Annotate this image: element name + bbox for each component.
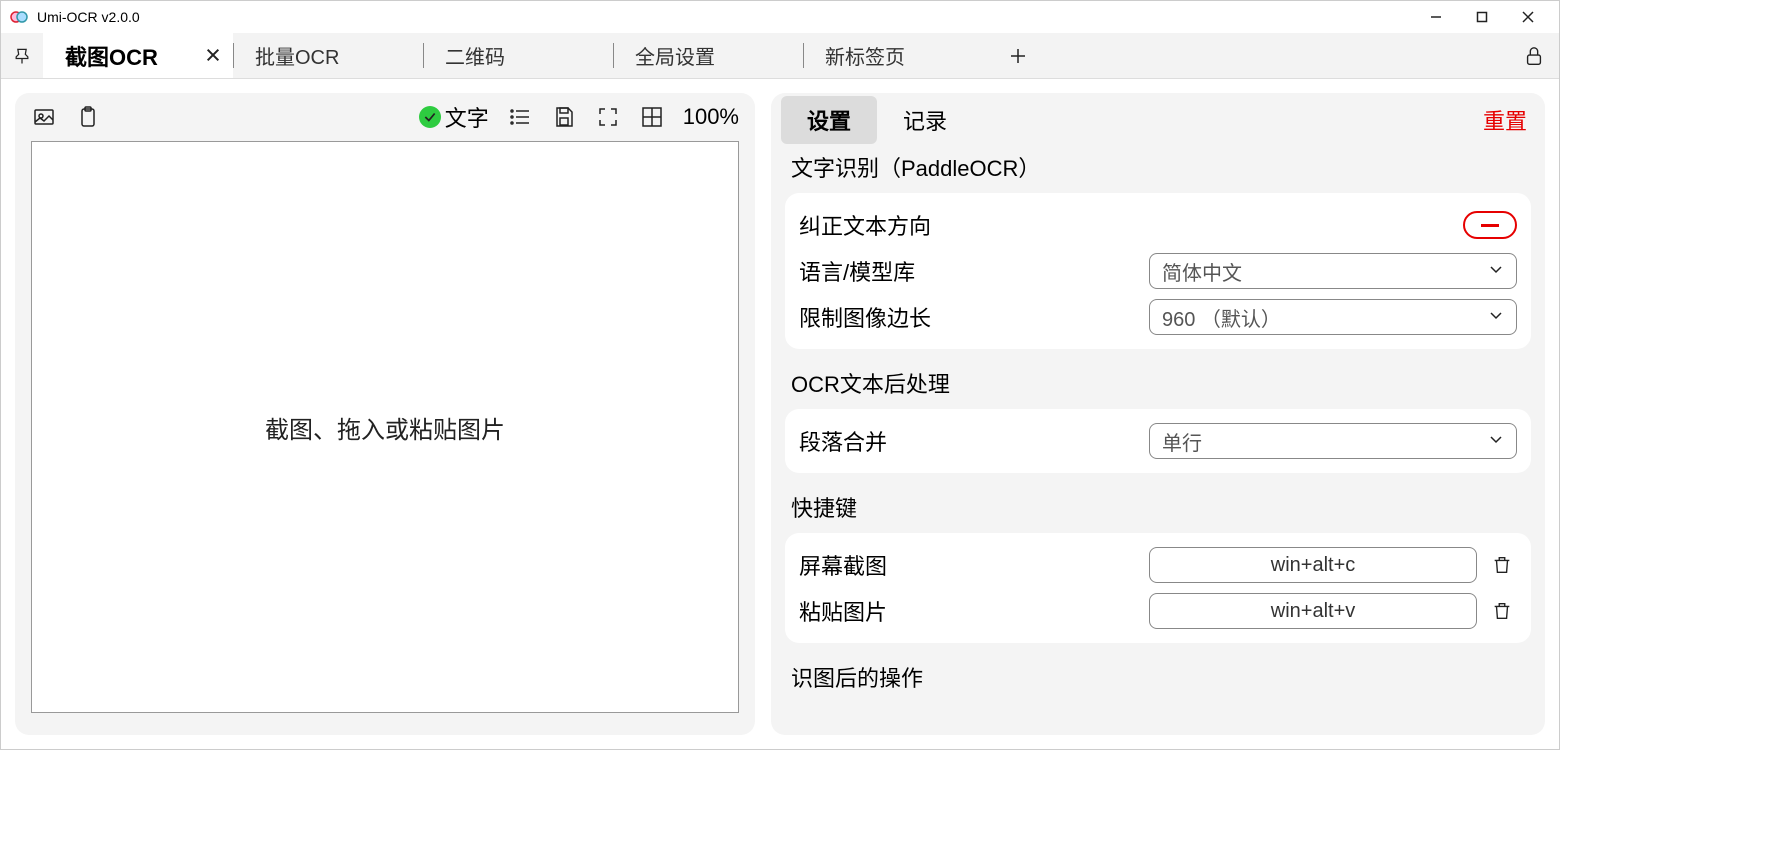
label-paste-hotkey: 粘贴图片 xyxy=(799,595,1139,627)
left-toolbar: 文字 100% xyxy=(15,93,755,141)
tab-qrcode[interactable]: 二维码 xyxy=(423,33,613,78)
content: 文字 100% 截图、拖入或粘贴图片 设置 记录 重置 文字识别（PaddleO… xyxy=(1,79,1559,749)
card-hotkeys: 屏幕截图 win+alt+c 粘贴图片 win+alt+v xyxy=(785,533,1531,643)
drop-area[interactable]: 截图、拖入或粘贴图片 xyxy=(31,141,739,713)
section-title-postproc: OCR文本后处理 xyxy=(785,363,1531,409)
fullscreen-icon[interactable] xyxy=(595,104,621,130)
add-tab-button[interactable] xyxy=(993,33,1043,78)
select-merge[interactable]: 单行 xyxy=(1149,423,1517,459)
card-ocr-engine: 纠正文本方向 语言/模型库 简体中文 限制图像边长 xyxy=(785,193,1531,349)
tab-screenshot-ocr[interactable]: 截图OCR xyxy=(43,33,233,78)
chevron-down-icon xyxy=(1488,430,1504,453)
app-icon xyxy=(9,7,29,27)
select-limit-value: 960 （默认） xyxy=(1162,303,1281,332)
text-mode-label: 文字 xyxy=(445,101,489,133)
check-circle-icon xyxy=(419,106,441,128)
label-lang: 语言/模型库 xyxy=(799,255,1139,287)
reset-button[interactable]: 重置 xyxy=(1483,104,1527,136)
zoom-level[interactable]: 100% xyxy=(683,104,739,130)
pin-button[interactable] xyxy=(1,33,43,78)
right-pane: 设置 记录 重置 文字识别（PaddleOCR） 纠正文本方向 语言/模型库 简… xyxy=(771,93,1545,735)
close-button[interactable] xyxy=(1505,1,1551,33)
left-pane: 文字 100% 截图、拖入或粘贴图片 xyxy=(15,93,755,735)
text-mode-chip[interactable]: 文字 xyxy=(419,101,489,133)
section-title-after: 识图后的操作 xyxy=(785,657,1531,703)
tab-label: 新标签页 xyxy=(825,41,905,70)
save-icon[interactable] xyxy=(551,104,577,130)
chevron-down-icon xyxy=(1488,260,1504,283)
input-screenshot-hotkey[interactable]: win+alt+c xyxy=(1149,547,1477,583)
select-lang[interactable]: 简体中文 xyxy=(1149,253,1517,289)
fit-icon[interactable] xyxy=(639,104,665,130)
clear-paste-hotkey[interactable] xyxy=(1487,600,1517,622)
clear-screenshot-hotkey[interactable] xyxy=(1487,554,1517,576)
window-title: Umi-OCR v2.0.0 xyxy=(37,9,140,25)
drop-area-hint: 截图、拖入或粘贴图片 xyxy=(265,410,505,445)
right-pane-head: 设置 记录 重置 xyxy=(771,93,1545,147)
tab-batch-ocr[interactable]: 批量OCR xyxy=(233,33,423,78)
tab-label: 全局设置 xyxy=(635,41,715,70)
card-postproc: 段落合并 单行 xyxy=(785,409,1531,473)
input-paste-hotkey[interactable]: win+alt+v xyxy=(1149,593,1477,629)
image-icon[interactable] xyxy=(31,104,57,130)
label-limit: 限制图像边长 xyxy=(799,301,1139,333)
label-screenshot-hotkey: 屏幕截图 xyxy=(799,549,1139,581)
section-title-hotkeys: 快捷键 xyxy=(785,487,1531,533)
close-tab-icon[interactable] xyxy=(205,43,221,69)
minimize-button[interactable] xyxy=(1413,1,1459,33)
maximize-button[interactable] xyxy=(1459,1,1505,33)
tab-history[interactable]: 记录 xyxy=(877,96,973,144)
toggle-orient[interactable] xyxy=(1463,211,1517,239)
select-merge-value: 单行 xyxy=(1162,427,1202,456)
tab-settings[interactable]: 设置 xyxy=(781,96,877,144)
label-orient: 纠正文本方向 xyxy=(799,209,1139,241)
tab-label: 批量OCR xyxy=(255,41,339,70)
chevron-down-icon xyxy=(1488,306,1504,329)
tab-new-tab[interactable]: 新标签页 xyxy=(803,33,993,78)
section-title-ocr: 文字识别（PaddleOCR） xyxy=(785,147,1531,193)
list-icon[interactable] xyxy=(507,104,533,130)
select-limit[interactable]: 960 （默认） xyxy=(1149,299,1517,335)
titlebar: Umi-OCR v2.0.0 xyxy=(1,1,1559,33)
label-merge: 段落合并 xyxy=(799,425,1139,457)
paste-icon[interactable] xyxy=(75,104,101,130)
select-lang-value: 简体中文 xyxy=(1162,257,1242,286)
tab-label: 截图OCR xyxy=(65,40,158,72)
lock-button[interactable] xyxy=(1509,33,1559,78)
tab-global-settings[interactable]: 全局设置 xyxy=(613,33,803,78)
tabbar: 截图OCR 批量OCR 二维码 全局设置 新标签页 xyxy=(1,33,1559,79)
settings-body: 文字识别（PaddleOCR） 纠正文本方向 语言/模型库 简体中文 xyxy=(771,147,1545,735)
tab-label: 二维码 xyxy=(445,41,505,70)
